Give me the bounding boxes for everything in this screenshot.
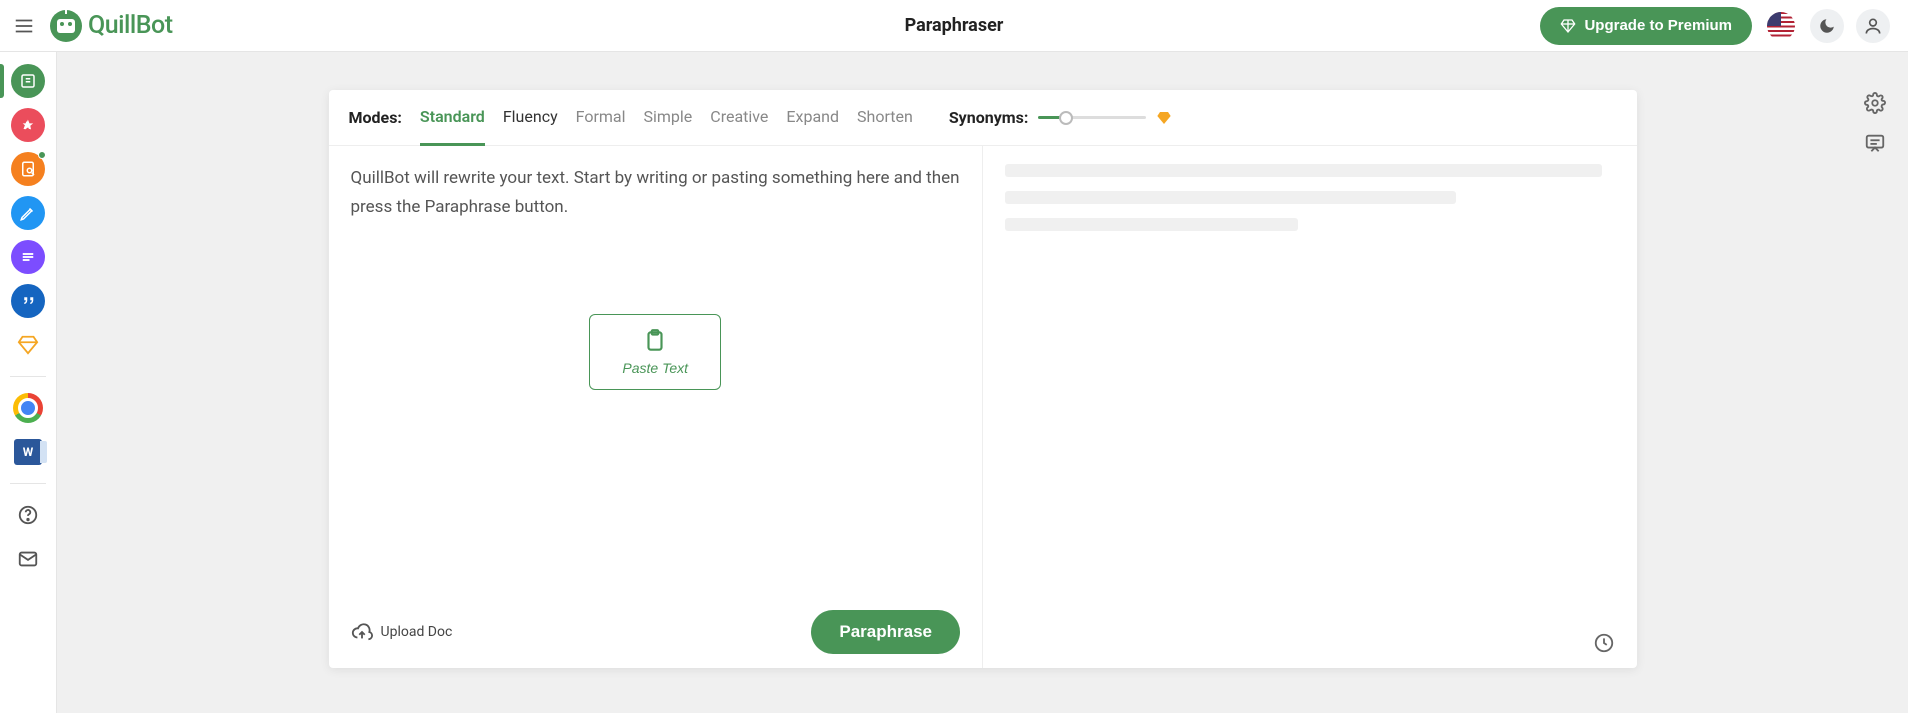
sidebar-separator (10, 376, 46, 377)
sidebar-item-help[interactable] (11, 498, 45, 532)
notification-dot (38, 151, 46, 159)
gear-icon (1864, 92, 1886, 114)
mode-tab-expand[interactable]: Expand (786, 90, 839, 146)
menu-toggle-button[interactable] (10, 12, 38, 40)
sidebar-item-chrome-ext[interactable] (11, 391, 45, 425)
sidebar-item-contact[interactable] (11, 542, 45, 576)
theme-toggle-button[interactable] (1810, 9, 1844, 43)
mode-tab-simple[interactable]: Simple (644, 90, 693, 146)
sidebar-item-word-addin[interactable]: W (11, 435, 45, 469)
input-placeholder: QuillBot will rewrite your text. Start b… (351, 164, 961, 222)
menu-icon (13, 15, 35, 37)
feedback-button[interactable] (1862, 130, 1888, 156)
sidebar-item-plagiarism[interactable] (11, 152, 45, 186)
diamond-outline-icon (17, 334, 39, 356)
synonyms-premium-icon (1156, 110, 1172, 126)
sidebar-item-citation[interactable] (11, 284, 45, 318)
help-icon (17, 504, 39, 526)
topbar: QuillBot Paraphraser Upgrade to Premium (0, 0, 1908, 52)
mail-icon (17, 548, 39, 570)
output-skeleton-line (1005, 164, 1602, 177)
diamond-icon (1560, 18, 1576, 34)
sidebar-item-premium[interactable] (11, 328, 45, 362)
mode-tab-formal[interactable]: Formal (576, 90, 626, 146)
page-title: Paraphraser (905, 15, 1004, 36)
output-pane (983, 146, 1637, 668)
synonyms-label: Synonyms: (949, 108, 1029, 127)
cowriter-icon (19, 204, 37, 222)
language-button[interactable] (1764, 9, 1798, 43)
modes-row: Modes: Standard Fluency Formal Simple Cr… (329, 90, 1637, 146)
right-rail (1862, 90, 1888, 156)
sidebar-separator (10, 483, 46, 484)
brand-logo[interactable]: QuillBot (50, 10, 173, 42)
upload-doc-button[interactable]: Upload Doc (351, 621, 453, 643)
user-icon (1863, 16, 1883, 36)
mode-tab-shorten[interactable]: Shorten (857, 90, 913, 146)
settings-button[interactable] (1862, 90, 1888, 116)
sidebar-item-paraphraser[interactable] (11, 64, 45, 98)
paraphraser-card: Modes: Standard Fluency Formal Simple Cr… (329, 90, 1637, 668)
plagiarism-icon (19, 160, 37, 178)
sidebar: A W (0, 52, 57, 713)
cloud-upload-icon (351, 621, 373, 643)
grammar-icon: A (19, 116, 37, 134)
synonyms-slider[interactable] (1038, 116, 1146, 119)
clipboard-icon (642, 328, 668, 354)
flag-us-icon (1767, 12, 1795, 40)
upgrade-premium-label: Upgrade to Premium (1584, 17, 1732, 34)
account-button[interactable] (1856, 9, 1890, 43)
citation-icon (19, 292, 37, 310)
word-icon: W (14, 439, 42, 465)
main-area: Modes: Standard Fluency Formal Simple Cr… (57, 52, 1908, 713)
sidebar-item-cowriter[interactable] (11, 196, 45, 230)
brand-name: QuillBot (88, 11, 173, 40)
moon-icon (1818, 17, 1836, 35)
mode-tab-creative[interactable]: Creative (710, 90, 768, 146)
upgrade-premium-button[interactable]: Upgrade to Premium (1540, 7, 1752, 45)
synonyms-slider-thumb[interactable] (1059, 111, 1073, 125)
paste-text-button[interactable]: Paste Text (589, 314, 721, 390)
paraphraser-icon (19, 72, 37, 90)
history-icon (1593, 632, 1615, 654)
output-skeleton-line (1005, 191, 1456, 204)
feedback-icon (1864, 132, 1886, 154)
svg-text:A: A (24, 119, 32, 132)
summarizer-icon (19, 248, 37, 266)
mode-tab-standard[interactable]: Standard (420, 90, 485, 146)
paste-text-label: Paste Text (622, 360, 688, 376)
paraphrase-button[interactable]: Paraphrase (811, 610, 960, 654)
chrome-icon (13, 393, 43, 423)
brand-logo-mark (50, 10, 82, 42)
input-pane[interactable]: QuillBot will rewrite your text. Start b… (329, 146, 984, 668)
mode-tab-fluency[interactable]: Fluency (503, 90, 558, 146)
sidebar-item-grammar-checker[interactable]: A (11, 108, 45, 142)
sidebar-item-summarizer[interactable] (11, 240, 45, 274)
output-skeleton-line (1005, 218, 1298, 231)
history-button[interactable] (1593, 632, 1615, 654)
modes-label: Modes: (349, 108, 402, 127)
upload-doc-label: Upload Doc (381, 624, 453, 640)
